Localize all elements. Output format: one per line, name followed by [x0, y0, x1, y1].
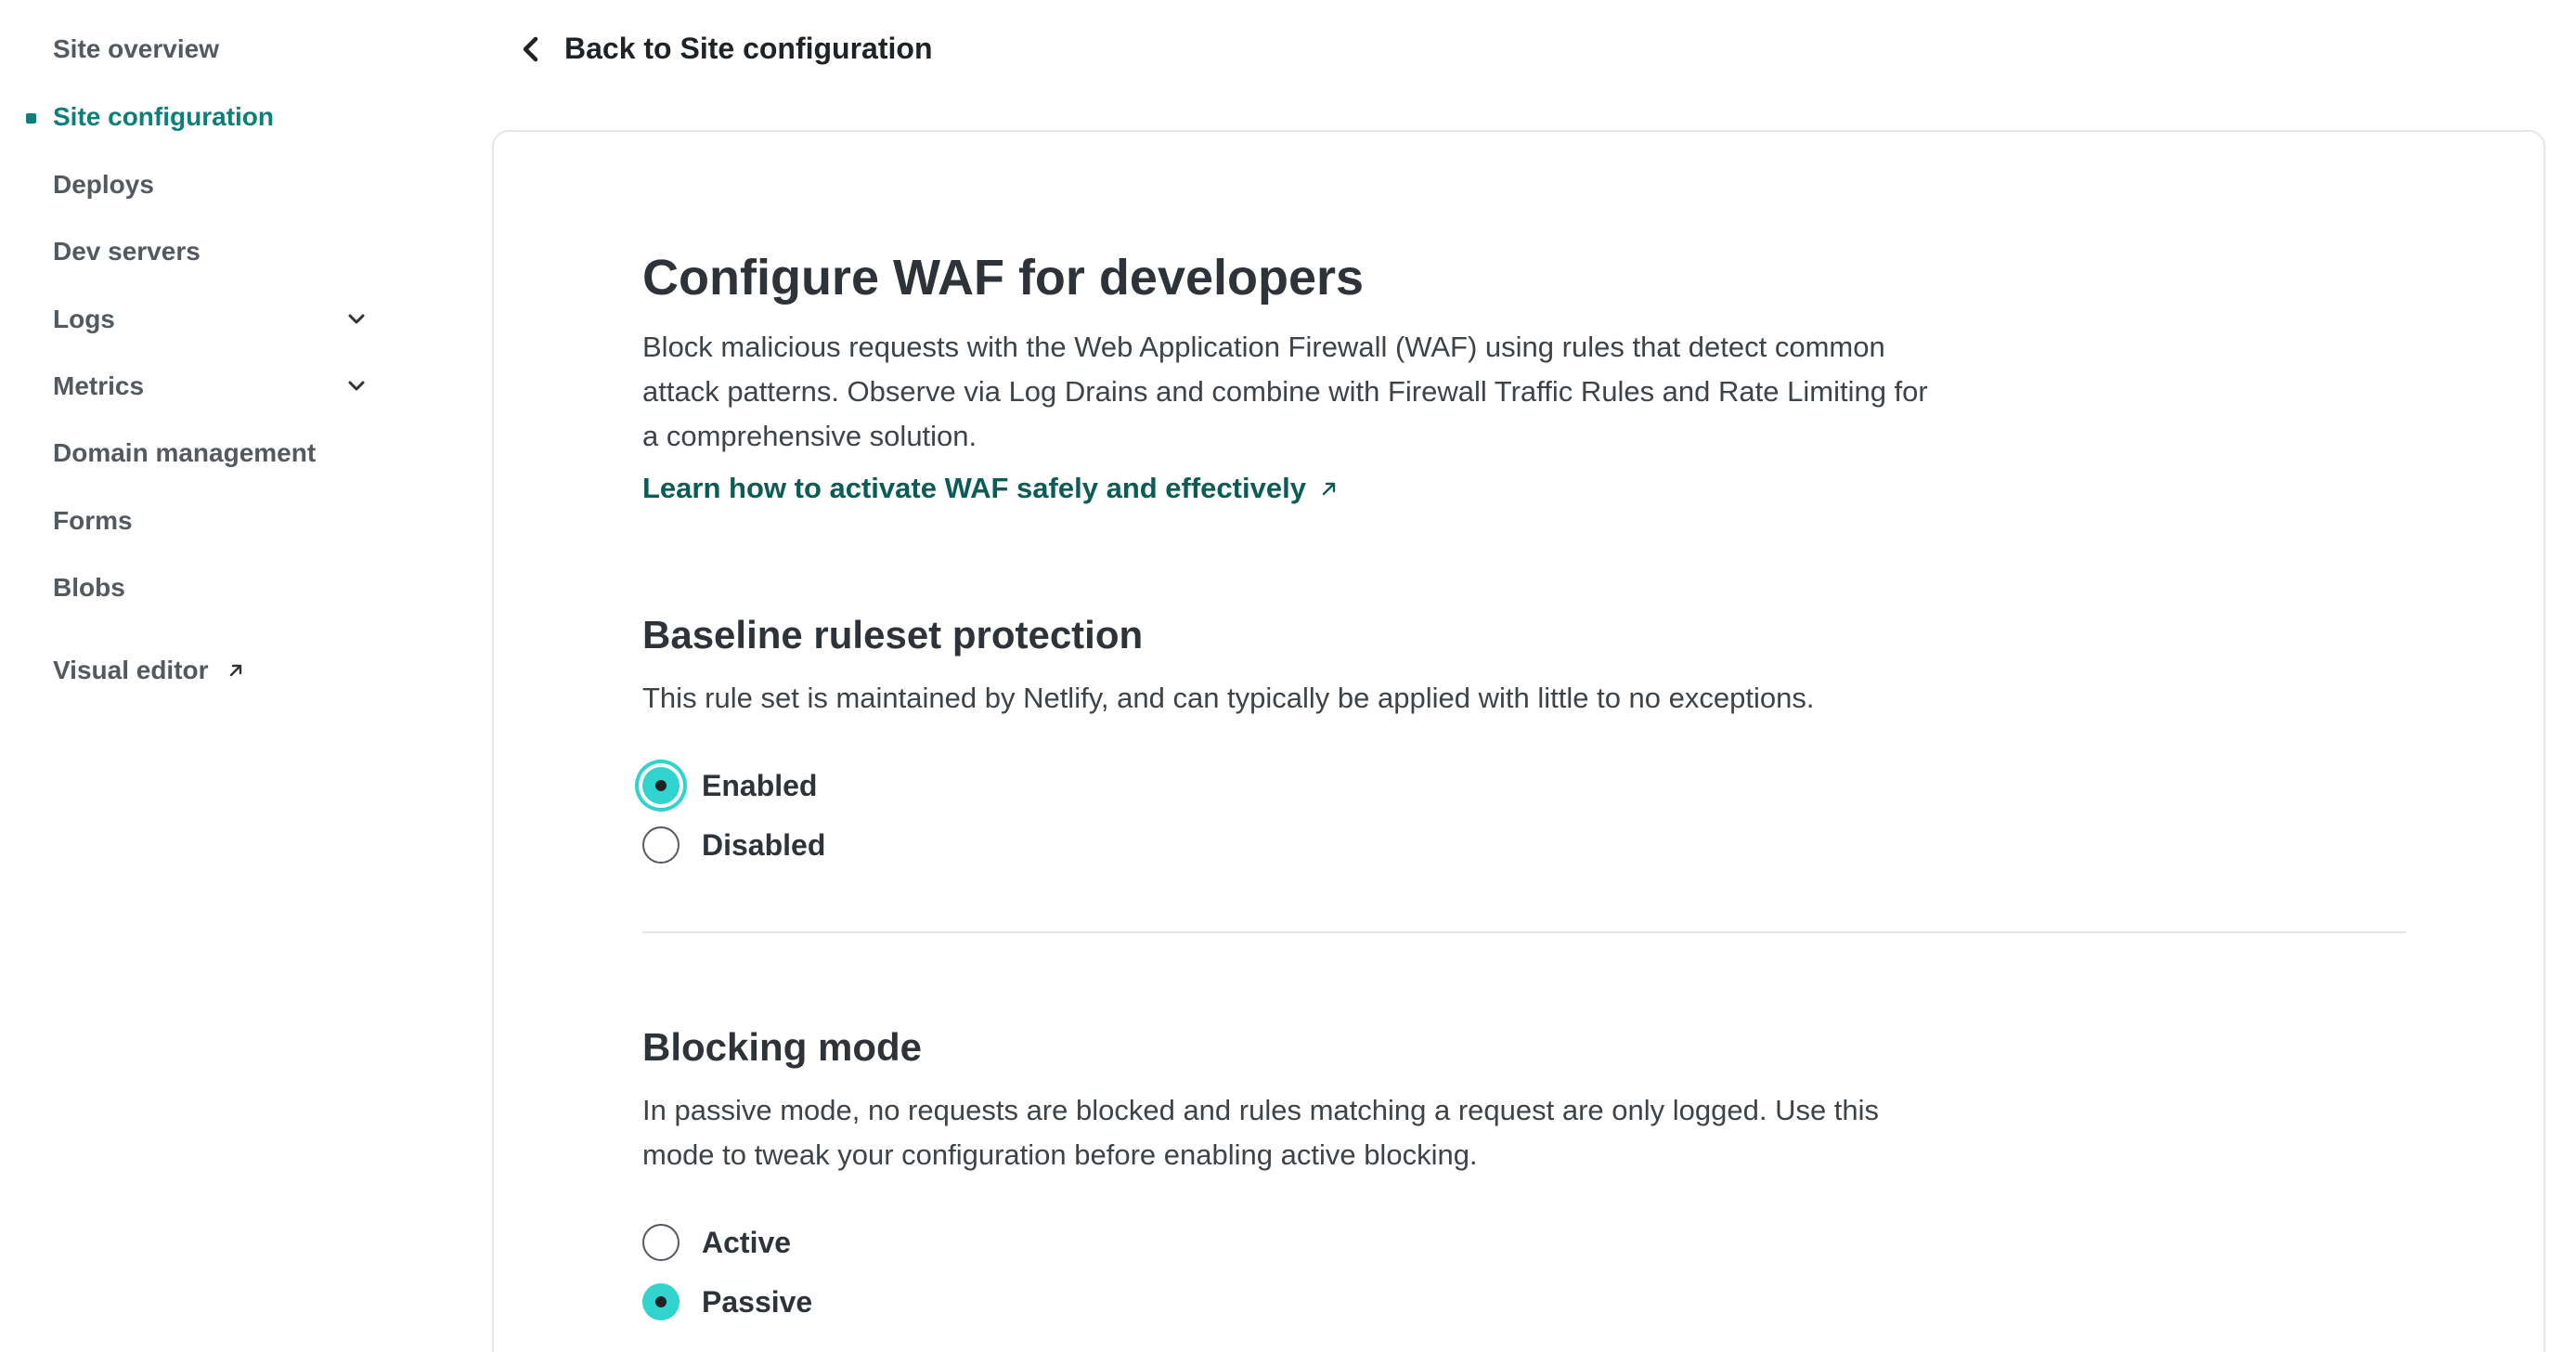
app-root: Site overview Site configuration Deploys… [0, 0, 2576, 1352]
radio-option-active[interactable]: Active [642, 1224, 791, 1261]
sidebar-item-domain-management[interactable]: Domain management [53, 438, 316, 468]
sidebar-item-visual-editor[interactable]: Visual editor [53, 656, 246, 685]
radio-button-active[interactable] [642, 1224, 680, 1261]
radio-button-passive[interactable] [642, 1283, 680, 1320]
radio-option-enabled[interactable]: Enabled [642, 767, 817, 804]
learn-link-label: Learn how to activate WAF safely and eff… [642, 472, 1306, 504]
baseline-ruleset-description: This rule set is maintained by Netlify, … [642, 682, 1815, 714]
page-description: Block malicious requests with the Web Ap… [642, 331, 1928, 452]
sidebar-nav: Site overview Site configuration Deploys… [0, 0, 427, 1352]
sidebar-item-label: Site overview [53, 34, 219, 63]
chevron-down-icon[interactable] [345, 375, 368, 397]
learn-waf-link[interactable]: Learn how to activate WAF safely and eff… [642, 472, 1340, 505]
sidebar-item-forms[interactable]: Forms [53, 506, 133, 536]
sidebar-item-logs[interactable]: Logs [53, 305, 115, 334]
sidebar-item-site-overview[interactable]: Site overview [53, 34, 219, 64]
radio-label-active: Active [702, 1225, 792, 1259]
external-link-icon [229, 664, 241, 677]
radio-button-disabled[interactable] [642, 826, 680, 864]
radio-button-enabled[interactable] [642, 767, 680, 804]
sidebar-item-label: Logs [53, 305, 115, 333]
sidebar-item-label: Metrics [53, 371, 145, 400]
sidebar-item-deploys[interactable]: Deploys [53, 170, 154, 200]
blocking-mode-heading: Blocking mode [642, 1025, 923, 1069]
sidebar-item-label: Visual editor [53, 656, 209, 684]
radio-option-disabled[interactable]: Disabled [642, 826, 825, 864]
sidebar-item-label: Blobs [53, 573, 125, 602]
sidebar-item-dev-servers[interactable]: Dev servers [53, 237, 201, 266]
radio-label-disabled: Disabled [702, 827, 826, 862]
sidebar-item-label: Deploys [53, 170, 154, 199]
baseline-ruleset-heading: Baseline ruleset protection [642, 613, 1144, 656]
external-link-icon [1322, 482, 1336, 496]
section-divider [642, 931, 2406, 933]
sidebar-item-label: Dev servers [53, 237, 201, 266]
sidebar-item-metrics[interactable]: Metrics [53, 371, 144, 401]
radio-option-passive[interactable]: Passive [642, 1283, 812, 1320]
sidebar-item-label: Site configuration [53, 102, 274, 131]
back-link-label: Back to Site configuration [564, 32, 933, 65]
sidebar-item-blobs[interactable]: Blobs [53, 573, 125, 603]
sidebar-item-label: Forms [53, 506, 133, 535]
radio-label-enabled: Enabled [702, 768, 818, 802]
chevron-down-icon[interactable] [345, 308, 368, 331]
active-indicator [26, 113, 36, 124]
radio-label-passive: Passive [702, 1284, 813, 1319]
back-to-site-configuration-link[interactable]: Back to Site configuration [520, 32, 932, 66]
waf-settings-card: Configure WAF for developers Block malic… [492, 130, 2545, 1352]
page-title: Configure WAF for developers [642, 250, 1365, 306]
sidebar-item-label: Domain management [53, 438, 317, 467]
chevron-left-icon [523, 36, 538, 61]
sidebar-item-site-configuration[interactable]: Site configuration [53, 102, 274, 132]
blocking-mode-description: In passive mode, no requests are blocked… [642, 1094, 1880, 1171]
